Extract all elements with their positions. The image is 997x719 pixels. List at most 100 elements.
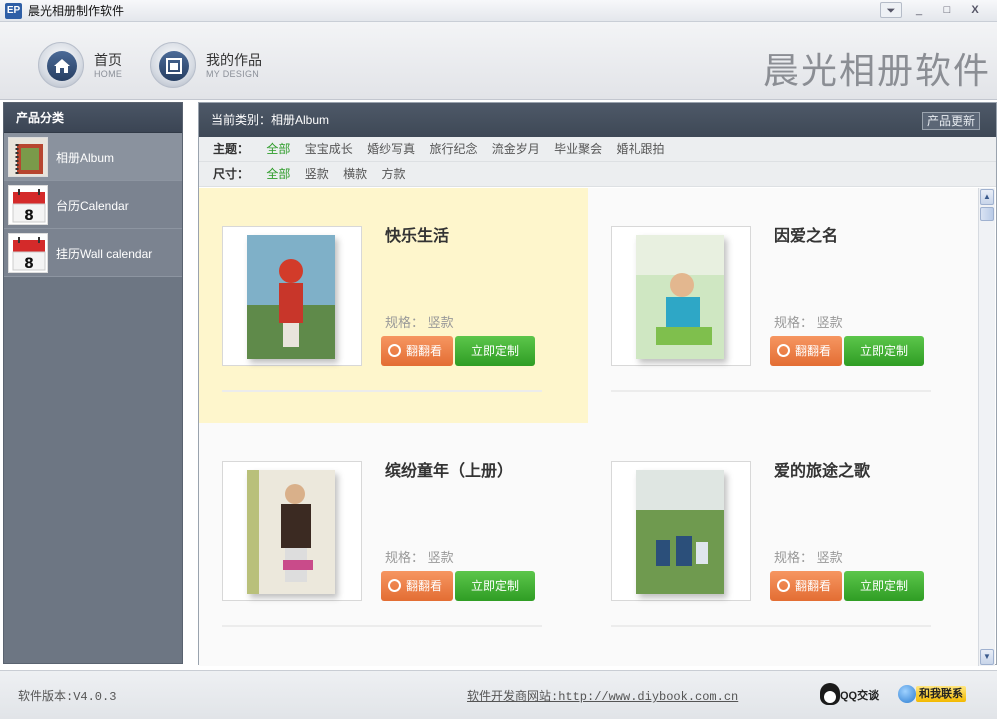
preview-button[interactable]: 翻翻看 <box>381 336 453 366</box>
nav-my-design-button[interactable]: 我的作品 MY DESIGN <box>150 42 280 88</box>
nav-design-label: 我的作品 <box>206 52 262 68</box>
theme-option-wedding-photo[interactable]: 婚纱写真 <box>367 142 415 156</box>
book-cover-image <box>247 235 335 359</box>
scroll-down-icon[interactable]: ▼ <box>980 649 994 665</box>
version-text: 软件版本:V4.0.3 <box>18 690 117 704</box>
preview-button-label: 翻翻看 <box>794 579 831 593</box>
top-banner: 首页 HOME 我的作品 MY DESIGN 晨光相册软件 <box>0 22 997 100</box>
current-category-label: 当前类别：相册Album <box>211 113 330 127</box>
customize-button[interactable]: 立即定制 <box>844 336 924 366</box>
product-title: 因爱之名 <box>774 228 839 245</box>
product-panel-header: 当前类别：相册Album 产品更新 <box>199 103 996 137</box>
qq-chat-label: QQ交谈 <box>840 690 880 702</box>
sidebar-item-album[interactable]: 相册Album <box>4 133 182 181</box>
size-filter-label: 尺寸： <box>213 167 250 181</box>
sidebar-item-label: 台历Calendar <box>56 199 129 213</box>
product-spec: 规格： 竖款 <box>774 550 843 565</box>
book-cover-image <box>247 470 335 594</box>
minimize-button[interactable]: _ <box>908 2 930 18</box>
contact-icon <box>898 685 916 703</box>
qq-chat-button[interactable]: QQ交谈 <box>820 683 884 705</box>
nav-design-sublabel: MY DESIGN <box>206 69 260 79</box>
theme-option-baby[interactable]: 宝宝成长 <box>305 142 353 156</box>
sidebar-item-label: 挂历Wall calendar <box>56 247 153 261</box>
sidebar-item-label: 相册Album <box>56 151 115 165</box>
album-icon <box>8 137 48 177</box>
magnifier-icon <box>777 579 790 592</box>
preview-button[interactable]: 翻翻看 <box>770 336 842 366</box>
close-button[interactable]: X <box>964 2 986 18</box>
app-logo-icon: EP <box>5 3 22 19</box>
product-thumbnail[interactable] <box>222 461 362 601</box>
product-panel: 当前类别：相册Album 产品更新 主题： 全部 宝宝成长 婚纱写真 旅行纪念 … <box>198 102 997 666</box>
category-sidebar: 产品分类 相册Album 8 台历Calendar 8 挂历Wall calen… <box>3 102 183 664</box>
product-update-button[interactable]: 产品更新 <box>921 112 980 130</box>
title-bar: EP 晨光相册制作软件 ⏷ _ □ X <box>0 0 997 22</box>
developer-website-link[interactable]: 软件开发商网站:http://www.diybook.com.cn <box>467 687 738 704</box>
preview-button[interactable]: 翻翻看 <box>770 571 842 601</box>
card-divider <box>611 390 931 392</box>
category-header: 产品分类 <box>4 103 182 133</box>
window-menu-button[interactable]: ⏷ <box>880 2 902 18</box>
product-card[interactable]: 快乐生活 规格： 竖款 翻翻看 立即定制 <box>199 188 588 423</box>
book-cover-image <box>636 235 724 359</box>
card-divider <box>222 390 542 392</box>
theme-option-all[interactable]: 全部 <box>266 142 290 156</box>
preview-button-label: 翻翻看 <box>405 344 442 358</box>
brand-title: 晨光相册软件 <box>762 51 991 92</box>
calendar-icon: 8 <box>8 185 48 225</box>
size-option-landscape[interactable]: 横款 <box>343 167 367 181</box>
product-spec: 规格： 竖款 <box>385 315 454 330</box>
contact-us-label: 和我联系 <box>916 686 966 702</box>
card-divider <box>611 625 931 627</box>
customize-button[interactable]: 立即定制 <box>455 336 535 366</box>
preview-button-label: 翻翻看 <box>794 344 831 358</box>
maximize-button[interactable]: □ <box>936 2 958 18</box>
size-option-portrait[interactable]: 竖款 <box>305 167 329 181</box>
magnifier-icon <box>777 344 790 357</box>
theme-option-wedding-shoot[interactable]: 婚礼跟拍 <box>617 142 665 156</box>
magnifier-icon <box>388 579 401 592</box>
product-thumbnail[interactable] <box>611 226 751 366</box>
product-title: 快乐生活 <box>385 228 450 245</box>
card-divider <box>222 625 542 627</box>
preview-button-label: 翻翻看 <box>405 579 442 593</box>
theme-option-travel[interactable]: 旅行纪念 <box>429 142 477 156</box>
magnifier-icon <box>388 344 401 357</box>
product-thumbnail[interactable] <box>611 461 751 601</box>
nav-home-button[interactable]: 首页 HOME <box>38 42 148 88</box>
svg-text:8: 8 <box>24 208 34 224</box>
product-scrollbar[interactable]: ▲ ▼ <box>978 188 995 666</box>
customize-button[interactable]: 立即定制 <box>844 571 924 601</box>
theme-option-years[interactable]: 流金岁月 <box>492 142 540 156</box>
size-option-all[interactable]: 全部 <box>266 167 290 181</box>
product-thumbnail[interactable] <box>222 226 362 366</box>
customize-button[interactable]: 立即定制 <box>455 571 535 601</box>
product-card[interactable]: 缤纷童年（上册） 规格： 竖款 翻翻看 立即定制 <box>199 423 588 658</box>
theme-filter-row: 主题： 全部 宝宝成长 婚纱写真 旅行纪念 流金岁月 毕业聚会 婚礼跟拍 <box>199 137 996 162</box>
preview-button[interactable]: 翻翻看 <box>381 571 453 601</box>
sidebar-item-calendar[interactable]: 8 台历Calendar <box>4 181 182 229</box>
nav-home-label: 首页 <box>94 52 122 68</box>
product-title: 爱的旅途之歌 <box>774 463 871 480</box>
scroll-up-icon[interactable]: ▲ <box>980 189 994 205</box>
product-title: 缤纷童年（上册） <box>385 463 514 480</box>
size-option-square[interactable]: 方款 <box>381 167 405 181</box>
window-title: 晨光相册制作软件 <box>28 4 125 18</box>
product-card[interactable]: 因爱之名 规格： 竖款 翻翻看 立即定制 <box>588 188 977 423</box>
nav-design-circle <box>150 42 196 88</box>
product-spec: 规格： 竖款 <box>385 550 454 565</box>
scroll-thumb[interactable] <box>980 207 994 221</box>
home-icon <box>47 51 77 81</box>
product-grid: 快乐生活 规格： 竖款 翻翻看 立即定制 因爱之名 规格： 竖款 翻翻看 立即定… <box>199 188 978 666</box>
wall-calendar-icon: 8 <box>8 233 48 273</box>
contact-us-button[interactable]: 和我联系 <box>898 683 968 705</box>
sidebar-item-wall-calendar[interactable]: 8 挂历Wall calendar <box>4 229 182 277</box>
size-filter-row: 尺寸： 全部 竖款 横款 方款 <box>199 162 996 187</box>
product-spec: 规格： 竖款 <box>774 315 843 330</box>
qq-penguin-icon <box>820 683 840 705</box>
my-design-icon <box>159 51 189 81</box>
status-bar: 软件版本:V4.0.3 软件开发商网站:http://www.diybook.c… <box>0 670 997 719</box>
theme-option-graduation[interactable]: 毕业聚会 <box>554 142 602 156</box>
product-card[interactable]: 爱的旅途之歌 规格： 竖款 翻翻看 立即定制 <box>588 423 977 658</box>
